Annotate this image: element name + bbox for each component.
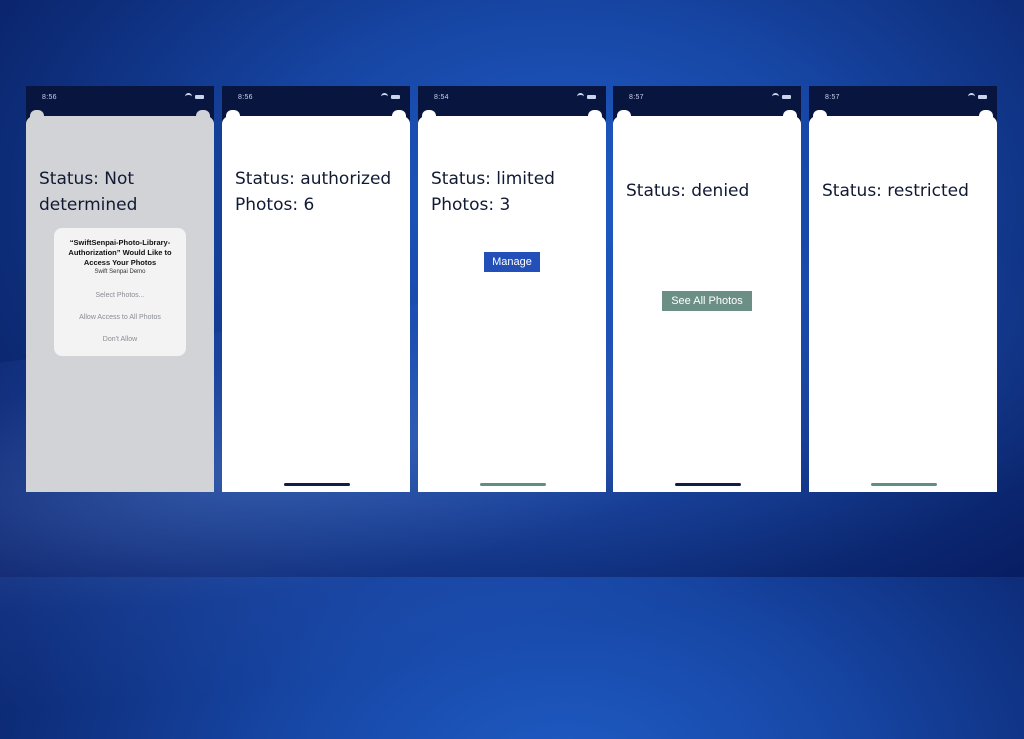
photos-count: Photos: 6 [235,195,315,215]
home-indicator[interactable] [284,483,350,486]
modal-sheet: Status: denied See All Photos [613,116,801,492]
wifi-icon [577,93,584,100]
battery-icon [195,94,204,99]
phone-screen-authorized: 8:56 Status: authorized Photos: 6 [222,86,410,492]
battery-icon [782,94,791,99]
permission-alert: “SwiftSenpai-Photo-Library- Authorizatio… [54,228,186,356]
home-indicator[interactable] [871,483,937,486]
battery-icon [978,94,987,99]
wifi-icon [772,93,779,100]
status-line: Status: restricted [822,181,969,201]
phone-screen-not-determined: 8:56 Status: Not determined “SwiftSenpai… [26,86,214,492]
modal-sheet: Status: authorized Photos: 6 [222,116,410,492]
status-line: Status: Not [39,169,135,189]
clock: 8:57 [825,94,840,101]
photos-count: Photos: 3 [431,195,511,215]
allow-all-photos-option[interactable]: Allow Access to All Photos [54,307,186,329]
phone-screen-restricted: 8:57 Status: restricted [809,86,997,492]
status-label: Status: Not determined [39,166,214,218]
status-bar: 8:57 [809,86,997,108]
status-line: Status: limited [431,169,555,189]
modal-sheet: Status: limited Photos: 3 Manage [418,116,606,492]
status-bar: 8:57 [613,86,801,108]
alert-title-line: “SwiftSenpai-Photo-Library- [69,238,171,247]
status-label: Status: limited Photos: 3 [431,166,606,218]
alert-subtitle: Swift Senpai Demo [94,269,146,275]
status-bar: 8:56 [222,86,410,108]
status-line: Status: denied [626,181,750,201]
alert-title: “SwiftSenpai-Photo-Library- Authorizatio… [60,238,180,268]
clock: 8:56 [238,94,253,101]
status-bar: 8:54 [418,86,606,108]
status-bar: 8:56 [26,86,214,108]
wifi-icon [968,93,975,100]
status-line: determined [39,195,138,215]
battery-icon [391,94,400,99]
status-label: Status: restricted [822,178,997,204]
home-indicator[interactable] [480,483,546,486]
home-indicator[interactable] [675,483,741,486]
phone-screen-limited: 8:54 Status: limited Photos: 3 Manage [418,86,606,492]
clock: 8:57 [629,94,644,101]
alert-title-line: Authorization” Would Like to [68,248,172,257]
clock: 8:56 [42,94,57,101]
alert-title-line: Access Your Photos [83,258,157,267]
modal-sheet: Status: Not determined “SwiftSenpai-Phot… [26,116,214,492]
status-line: Status: authorized [235,169,392,189]
wifi-icon [381,93,388,100]
phone-screen-denied: 8:57 Status: denied See All Photos [613,86,801,492]
status-label: Status: authorized Photos: 6 [235,166,410,218]
select-photos-option[interactable]: Select Photos... [54,285,186,307]
battery-icon [587,94,596,99]
clock: 8:54 [434,94,449,101]
manage-button[interactable]: Manage [484,252,540,272]
status-label: Status: denied [626,178,801,204]
dont-allow-option[interactable]: Don't Allow [54,329,186,351]
see-all-photos-button[interactable]: See All Photos [662,291,752,311]
modal-sheet: Status: restricted [809,116,997,492]
wifi-icon [185,93,192,100]
